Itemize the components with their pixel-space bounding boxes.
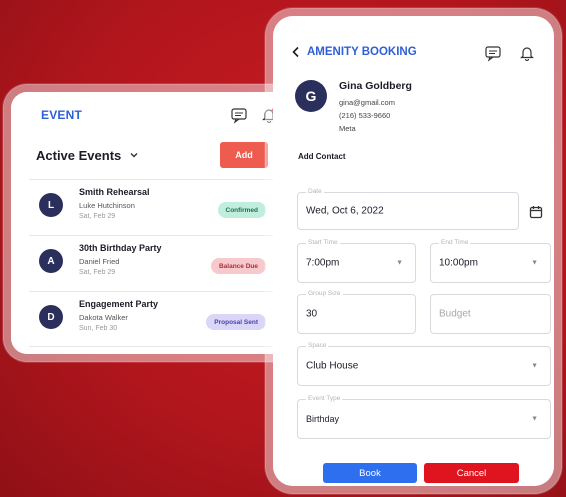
caret-down-icon: ▼ <box>531 362 538 370</box>
end-time-value: 10:00pm <box>439 257 478 269</box>
event-person: Luke Hutchinson <box>79 201 135 210</box>
event-type-label: Event Type <box>306 395 343 402</box>
avatar: L <box>39 193 63 217</box>
contact-phone: (216) 533-9660 <box>339 111 391 120</box>
caret-down-icon: ▼ <box>531 259 538 267</box>
start-time-value: 7:00pm <box>306 257 340 269</box>
date-value: Wed, Oct 6, 2022 <box>306 205 384 217</box>
list-item[interactable]: D Engagement Party Dakota Walker Sun, Fe… <box>29 291 274 347</box>
contact-name: Gina Goldberg <box>339 80 412 92</box>
avatar: A <box>39 249 63 273</box>
group-size-label: Group Size <box>306 290 343 297</box>
budget-placeholder: Budget <box>439 308 471 320</box>
event-title: EVENT <box>41 108 83 122</box>
space-select[interactable]: Space Club House ▼ <box>297 342 551 386</box>
add-button[interactable]: Add <box>220 142 268 168</box>
space-value: Club House <box>306 360 359 372</box>
event-person: Dakota Walker <box>79 313 128 322</box>
book-button[interactable]: Book <box>323 463 417 483</box>
list-item[interactable]: A 30th Birthday Party Daniel Fried Sat, … <box>29 235 274 291</box>
start-time-label: Start Time <box>306 239 340 246</box>
group-size-value: 30 <box>306 308 318 320</box>
list-item[interactable]: L Smith Rehearsal Luke Hutchinson Sat, F… <box>29 179 274 235</box>
space-label: Space <box>306 342 329 349</box>
caret-down-icon: ▼ <box>396 259 403 267</box>
chat-icon[interactable] <box>484 44 502 62</box>
back-arrow-icon[interactable] <box>291 46 301 58</box>
status-badge: Balance Due <box>210 258 266 274</box>
avatar: D <box>39 305 63 329</box>
booking-header: AMENITY BOOKING <box>291 46 417 58</box>
chat-icon[interactable] <box>230 106 248 124</box>
status-badge: Proposal Sent <box>206 314 266 330</box>
add-contact-link[interactable]: Add Contact <box>298 152 346 161</box>
calendar-icon[interactable] <box>529 205 543 219</box>
caret-down-icon: ▼ <box>531 415 538 423</box>
event-name: Engagement Party <box>79 299 159 309</box>
chevron-down-icon <box>130 153 138 158</box>
event-name: 30th Birthday Party <box>79 243 162 253</box>
contact-email: gina@gmail.com <box>339 98 395 107</box>
cancel-button[interactable]: Cancel <box>424 463 519 483</box>
date-label: Date <box>306 188 324 195</box>
page-title: AMENITY BOOKING <box>307 46 417 58</box>
event-list: L Smith Rehearsal Luke Hutchinson Sat, F… <box>29 179 274 347</box>
event-date: Sat, Feb 29 <box>79 269 116 276</box>
event-date: Sat, Feb 29 <box>79 213 116 220</box>
active-events-dropdown[interactable]: Active Events <box>36 148 139 163</box>
end-time-label: End Time <box>439 239 471 246</box>
event-type-select[interactable]: Event Type Birthday ▼ <box>297 395 551 439</box>
date-field[interactable]: Date Wed, Oct 6, 2022 <box>297 188 519 230</box>
booking-card: AMENITY BOOKING G Gina Goldberg gina@gma… <box>265 8 562 494</box>
event-card: EVENT Active Events Add L Smith Rehearsa… <box>3 84 298 362</box>
event-person: Daniel Fried <box>79 257 120 266</box>
start-time-select[interactable]: Start Time 7:00pm ▼ <box>297 239 416 283</box>
end-time-select[interactable]: End Time 10:00pm ▼ <box>430 239 551 283</box>
active-events-label: Active Events <box>36 147 122 163</box>
status-badge: Confirmed <box>217 202 266 218</box>
event-date: Sun, Feb 30 <box>79 325 118 332</box>
avatar: G <box>295 80 327 112</box>
group-size-field[interactable]: Group Size 30 <box>297 290 416 334</box>
contact-org: Meta <box>339 124 356 133</box>
event-type-value: Birthday <box>306 414 340 424</box>
event-name: Smith Rehearsal <box>79 187 150 197</box>
budget-field[interactable]: Budget <box>430 294 551 334</box>
bell-icon[interactable] <box>518 44 536 62</box>
